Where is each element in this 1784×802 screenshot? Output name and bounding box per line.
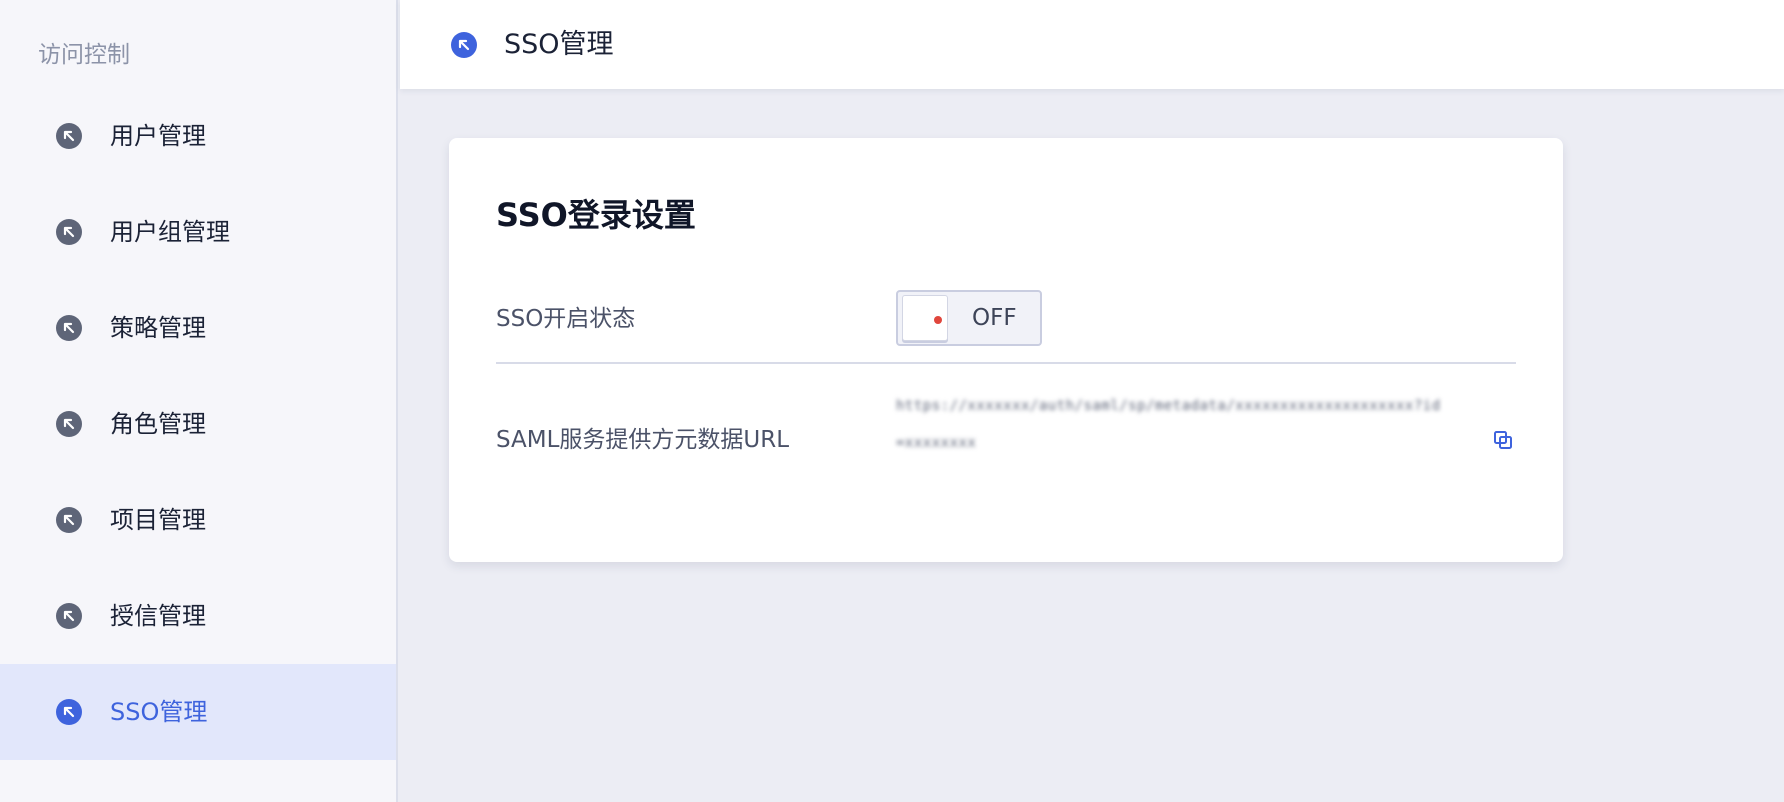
sidebar-item-user-group-management[interactable]: 用户组管理 (0, 184, 396, 280)
sidebar-item-sso-management[interactable]: SSO管理 (0, 664, 396, 760)
sidebar-item-label: SSO管理 (110, 698, 208, 726)
sidebar-item-label: 项目管理 (110, 506, 206, 534)
arrow-up-left-circle-icon (56, 699, 82, 725)
sidebar-item-credit-management[interactable]: 授信管理 (0, 568, 396, 664)
sidebar: 访问控制 用户管理 用户组管理 策略管理 角色管理 项目管理 授信管理 SSO管… (0, 0, 398, 802)
sso-status-label: SSO开启状态 (496, 306, 636, 332)
toggle-knob (902, 295, 948, 341)
page-title: SSO管理 (504, 28, 614, 60)
sidebar-item-label: 策略管理 (110, 314, 206, 342)
arrow-up-left-circle-icon (56, 315, 82, 341)
sidebar-item-label: 用户管理 (110, 122, 206, 150)
arrow-up-left-circle-icon (56, 603, 82, 629)
sso-settings-card: SSO登录设置 SSO开启状态 OFF SAML服务提供方元数据URL http… (449, 138, 1563, 562)
sidebar-nav: 用户管理 用户组管理 策略管理 角色管理 项目管理 授信管理 SSO管理 (0, 88, 396, 760)
sidebar-item-label: 角色管理 (110, 410, 206, 438)
sidebar-item-user-management[interactable]: 用户管理 (0, 88, 396, 184)
arrow-up-left-circle-icon (56, 411, 82, 437)
page-header: SSO管理 (400, 0, 1784, 89)
sidebar-item-label: 用户组管理 (110, 218, 230, 246)
sidebar-item-label: 授信管理 (110, 602, 206, 630)
arrow-up-left-circle-icon (56, 507, 82, 533)
toggle-state-text: OFF (972, 305, 1017, 331)
status-off-dot-icon (934, 316, 942, 324)
sidebar-item-project-management[interactable]: 项目管理 (0, 472, 396, 568)
arrow-up-left-circle-icon (56, 219, 82, 245)
saml-url-value: https://xxxxxxx/auth/saml/sp/metadata/xx… (896, 398, 1441, 451)
copy-icon[interactable] (1491, 428, 1515, 452)
arrow-up-left-circle-icon (56, 123, 82, 149)
sidebar-title: 访问控制 (38, 42, 130, 68)
arrow-up-left-circle-icon (451, 31, 477, 58)
sidebar-item-role-management[interactable]: 角色管理 (0, 376, 396, 472)
divider (496, 362, 1516, 364)
sidebar-item-policy-management[interactable]: 策略管理 (0, 280, 396, 376)
card-title: SSO登录设置 (496, 196, 696, 234)
saml-url-label: SAML服务提供方元数据URL (496, 427, 790, 453)
sso-status-toggle[interactable]: OFF (896, 290, 1042, 346)
